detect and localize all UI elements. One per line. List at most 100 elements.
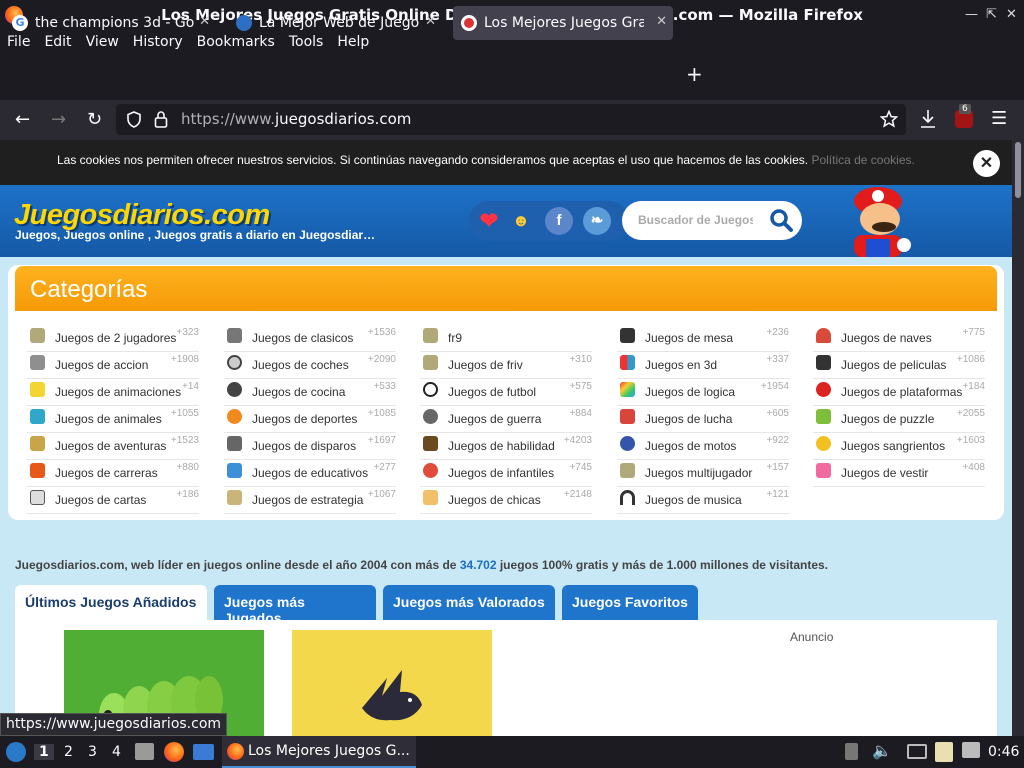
adventure-icon	[30, 436, 45, 451]
taskbar-window-firefox[interactable]: Los Mejores Juegos G...	[222, 736, 416, 768]
animation-icon	[30, 382, 45, 397]
tab-most-played[interactable]: Juegos más Jugados	[214, 585, 376, 626]
category-name: Juegos de vestir	[841, 466, 929, 480]
twitter-icon[interactable]: ❧	[583, 207, 611, 235]
category-count: +1603	[956, 435, 985, 446]
category-item[interactable]: Juegos de friv +310	[420, 352, 592, 379]
bookmark-star-icon[interactable]	[880, 110, 898, 128]
category-item[interactable]: Juegos de motos +922	[617, 433, 789, 460]
category-name: Juegos de cartas	[55, 493, 147, 507]
app-menu-icon[interactable]: ☰	[991, 108, 1007, 129]
downloads-icon[interactable]	[919, 109, 937, 129]
category-name: Juegos de guerra	[448, 412, 542, 426]
url-text[interactable]: https://www.juegosdiarios.com	[181, 110, 411, 128]
category-item[interactable]: Juegos de carreras +880	[27, 460, 199, 487]
category-item[interactable]: Juegos de vestir +408	[813, 460, 985, 487]
category-item[interactable]: Juegos de habilidad +4203	[420, 433, 592, 460]
category-item[interactable]: Juegos de educativos +277	[224, 460, 396, 487]
new-tab-icon[interactable]: +	[686, 62, 703, 86]
page-scrollbar[interactable]	[1012, 140, 1024, 736]
forward-icon[interactable]: →	[51, 109, 66, 130]
category-item[interactable]: Juegos de coches +2090	[224, 352, 396, 379]
category-item[interactable]: Juegos de guerra +884	[420, 406, 592, 433]
search-input[interactable]: Buscador de Juegos	[638, 213, 753, 227]
category-item[interactable]: Juegos de infantiles +745	[420, 460, 592, 487]
category-item[interactable]: Juegos de naves +775	[813, 325, 985, 352]
firefox-launcher-icon[interactable]	[164, 742, 184, 762]
workspace-1[interactable]: 1	[34, 744, 54, 760]
clock[interactable]: 0:46	[988, 744, 1019, 760]
site-tagline: Juegos, Juegos online , Juegos gratis a …	[15, 228, 376, 242]
category-count: +1085	[367, 408, 396, 419]
category-item[interactable]: Juegos de chicas +2148	[420, 487, 592, 514]
search-box[interactable]: Buscador de Juegos	[622, 201, 802, 240]
tab-champions[interactable]: G the champions 3d - Goog ✕	[4, 6, 216, 40]
category-item[interactable]: Juegos de peliculas +1086	[813, 352, 985, 379]
category-item[interactable]: fr9	[420, 325, 592, 352]
category-item[interactable]: Juegos de logica +1954	[617, 379, 789, 406]
back-icon[interactable]: ←	[15, 109, 30, 130]
maximize-icon[interactable]: ⇱	[986, 7, 997, 22]
tab-close-icon[interactable]: ✕	[656, 14, 667, 29]
users-icon[interactable]: ☻	[507, 207, 535, 235]
cookie-policy-link[interactable]: Política de cookies.	[811, 153, 914, 167]
category-column-5: Juegos de naves +775 Juegos de peliculas +…	[813, 325, 985, 487]
workspace-3[interactable]: 3	[88, 744, 97, 760]
start-menu-icon[interactable]	[6, 742, 26, 762]
category-item[interactable]: Juegos de cartas +186	[27, 487, 199, 514]
search-icon[interactable]	[768, 207, 794, 233]
tab-juegosdiarios[interactable]: Los Mejores Juegos Gratis ✕	[453, 6, 673, 40]
tab-close-icon[interactable]: ✕	[425, 14, 436, 29]
file-manager-icon[interactable]	[135, 743, 154, 760]
ublock-extension-icon[interactable]: 6	[955, 104, 973, 128]
category-count: +310	[569, 354, 592, 365]
desktop-icon[interactable]	[193, 744, 214, 760]
shield-icon[interactable]	[126, 111, 142, 128]
category-item[interactable]: Juegos de mesa +236	[617, 325, 789, 352]
category-item[interactable]: Juegos de aventuras +1523	[27, 433, 199, 460]
lock-icon[interactable]	[154, 110, 168, 128]
workspace-4[interactable]: 4	[112, 744, 121, 760]
category-item[interactable]: Juegos de deportes +1085	[224, 406, 396, 433]
game-thumbnail[interactable]	[292, 630, 492, 736]
category-item[interactable]: Juegos de clasicos +1536	[224, 325, 396, 352]
category-item[interactable]: Juegos de cocina +533	[224, 379, 396, 406]
notification-icon[interactable]	[962, 742, 980, 758]
tab-favorites[interactable]: Juegos Favoritos	[562, 585, 698, 620]
category-item[interactable]: Juegos de puzzle +2055	[813, 406, 985, 433]
tab-mejor-web[interactable]: La Mejor Web de Juegos ✕	[228, 6, 442, 40]
battery-icon[interactable]	[845, 743, 858, 760]
category-item[interactable]: Juegos en 3d +337	[617, 352, 789, 379]
reload-icon[interactable]: ↻	[87, 109, 102, 130]
category-item[interactable]: Juegos de disparos +1697	[224, 433, 396, 460]
category-item[interactable]: Juegos de lucha +605	[617, 406, 789, 433]
category-name: Juegos de carreras	[55, 466, 158, 480]
category-item[interactable]: Juegos de 2 jugadores +323	[27, 325, 199, 352]
tab-latest-games[interactable]: Últimos Juegos Añadidos	[15, 585, 207, 620]
headphones-icon	[620, 490, 635, 505]
tab-top-rated[interactable]: Juegos más Valorados	[383, 585, 555, 620]
category-item[interactable]: Juegos de animales +1055	[27, 406, 199, 433]
category-item[interactable]: Juegos de musica +121	[617, 487, 789, 514]
minimize-icon[interactable]: —	[965, 7, 978, 22]
tab-close-icon[interactable]: ✕	[199, 14, 210, 29]
category-item[interactable]: Juegos de estrategia +1067	[224, 487, 396, 514]
close-icon[interactable]: ✕	[1006, 7, 1017, 22]
category-item[interactable]: Juegos de animaciones +14	[27, 379, 199, 406]
favorites-heart-icon[interactable]: ❤	[475, 207, 503, 235]
category-name: Juegos de musica	[645, 493, 742, 507]
facebook-icon[interactable]: f	[545, 207, 573, 235]
category-item[interactable]: Juegos de accion +1908	[27, 352, 199, 379]
scrollbar-thumb[interactable]	[1015, 142, 1021, 198]
category-item[interactable]: Juegos multijugador +157	[617, 460, 789, 487]
volume-icon[interactable]: 🔈	[872, 741, 892, 760]
category-item[interactable]: Juegos sangrientos +1603	[813, 433, 985, 460]
category-item[interactable]: Juegos de futbol +575	[420, 379, 592, 406]
workspace-2[interactable]: 2	[64, 744, 73, 760]
category-name: Juegos de mesa	[645, 331, 734, 345]
clipboard-icon[interactable]	[935, 742, 953, 762]
cookie-close-icon[interactable]: ✕	[973, 150, 1000, 177]
network-icon[interactable]	[907, 744, 927, 759]
intro-after: juegos 100% gratis y más de 1.000 millon…	[496, 558, 828, 572]
category-item[interactable]: Juegos de plataformas +184	[813, 379, 985, 406]
